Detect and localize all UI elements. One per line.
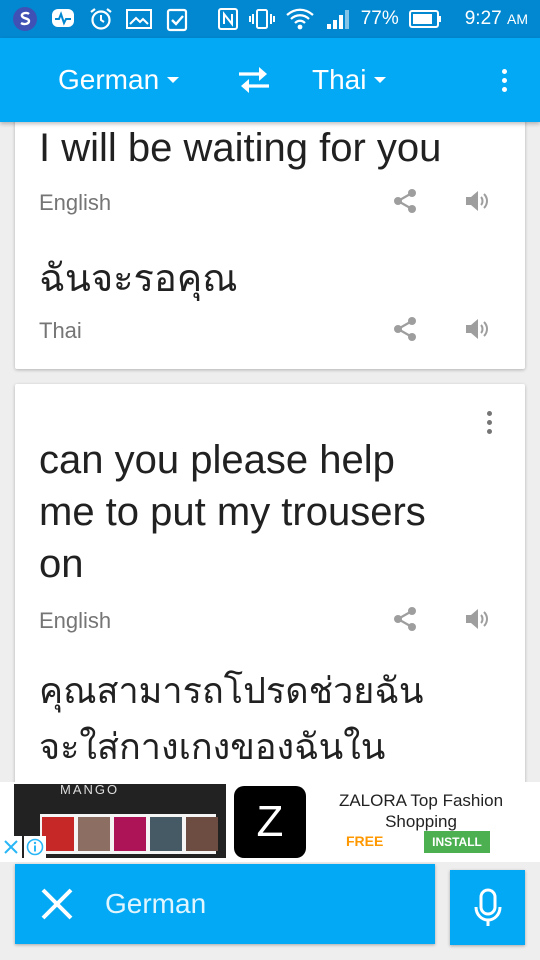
ad-banner[interactable]: MANGO Z ZALORA Top Fashion Shopping FREE…	[0, 782, 540, 862]
translation-text: คุณสามารถโปรดช่วยฉัน จะใส่กางเกงของฉันใน	[39, 664, 499, 776]
text-input-bar[interactable]: German	[15, 864, 435, 944]
speaker-icon	[466, 191, 488, 211]
battery-percent: 77%	[360, 8, 399, 29]
source-language: English	[39, 190, 112, 215]
pulse-chat-icon	[48, 4, 78, 34]
ad-thumb	[114, 817, 146, 851]
share-icon	[394, 317, 416, 341]
input-language-placeholder: German	[105, 888, 207, 919]
more-vert-dot	[486, 428, 492, 434]
status-bar: 77% 9:27 AM	[0, 0, 540, 38]
ad-title: ZALORA Top Fashion Shopping	[338, 791, 504, 831]
translation-text: ฉันจะรอคุณ	[39, 256, 238, 300]
speak-source-button[interactable]	[459, 183, 495, 219]
translation-text-line: จะใส่กางเกงของฉันใน	[39, 727, 386, 768]
input-area: German	[0, 862, 540, 960]
app-toolbar: German Thai	[0, 38, 540, 122]
source-text: can you please help me to put my trouser…	[39, 434, 499, 590]
share-icon	[394, 189, 416, 213]
translation-language: Thai	[39, 318, 82, 343]
close-icon[interactable]	[37, 884, 77, 924]
ad-logo-letter: Z	[256, 797, 284, 846]
translation-text-line: คุณสามารถโปรดช่วยฉัน	[39, 671, 424, 712]
speak-translation-button[interactable]	[459, 311, 495, 347]
translation-history: I will be waiting for you English ฉันจะร…	[0, 122, 540, 782]
ad-thumb	[150, 817, 182, 851]
target-language-label: Thai	[312, 64, 367, 95]
source-text-line: me to put my trousers	[39, 490, 426, 534]
more-vert-dot	[486, 419, 492, 425]
info-icon	[26, 838, 44, 856]
vibrate-icon	[248, 7, 275, 31]
gallery-icon	[124, 4, 154, 34]
chevron-down-icon	[374, 77, 387, 83]
speak-source-button[interactable]	[459, 601, 495, 637]
ad-thumb	[186, 817, 218, 851]
close-icon	[4, 840, 18, 854]
app-s-icon	[10, 4, 40, 34]
swap-icon	[239, 67, 269, 93]
clock-time: 9:27	[464, 8, 502, 29]
chevron-down-icon	[167, 77, 180, 83]
share-source-button[interactable]	[387, 601, 423, 637]
source-text: I will be waiting for you	[39, 126, 442, 170]
ad-price: FREE	[346, 833, 384, 849]
share-source-button[interactable]	[387, 183, 423, 219]
swap-languages-button[interactable]	[234, 60, 274, 100]
source-text-line: on	[39, 542, 84, 586]
overflow-menu-dot	[501, 77, 507, 83]
speaker-icon	[466, 319, 488, 339]
speaker-icon	[466, 609, 488, 629]
share-icon	[394, 607, 416, 631]
overflow-menu-button[interactable]	[488, 60, 520, 100]
battery-icon	[408, 9, 443, 29]
more-vert-icon	[486, 410, 492, 416]
wifi-icon	[285, 7, 315, 31]
signal-icon	[325, 7, 351, 31]
overflow-menu-dot	[501, 86, 507, 92]
ad-image-brand: MANGO	[60, 784, 120, 797]
ad-thumb	[42, 817, 74, 851]
voice-input-button[interactable]	[450, 870, 525, 945]
ad-thumb	[78, 817, 110, 851]
nfc-icon	[217, 7, 239, 31]
source-language-selector[interactable]: German	[58, 38, 180, 122]
clipboard-check-icon	[162, 4, 192, 34]
ad-info-button[interactable]	[24, 836, 46, 858]
translation-card[interactable]: I will be waiting for you English ฉันจะร…	[15, 122, 525, 369]
alarm-icon	[86, 4, 116, 34]
translation-card[interactable]: can you please help me to put my trouser…	[15, 384, 525, 782]
clock: 9:27 AM	[465, 8, 528, 30]
overflow-menu-icon	[501, 68, 507, 74]
source-language: English	[39, 608, 112, 633]
share-translation-button[interactable]	[387, 311, 423, 347]
source-text-line: can you please help	[39, 438, 395, 482]
microphone-icon	[474, 888, 501, 926]
target-language-selector[interactable]: Thai	[312, 38, 387, 122]
ad-install-button[interactable]: INSTALL	[424, 831, 490, 853]
source-language-label: German	[58, 64, 160, 95]
clock-ampm: AM	[507, 11, 528, 27]
ad-close-button[interactable]	[0, 836, 22, 858]
ad-app-logo: Z	[234, 786, 306, 858]
